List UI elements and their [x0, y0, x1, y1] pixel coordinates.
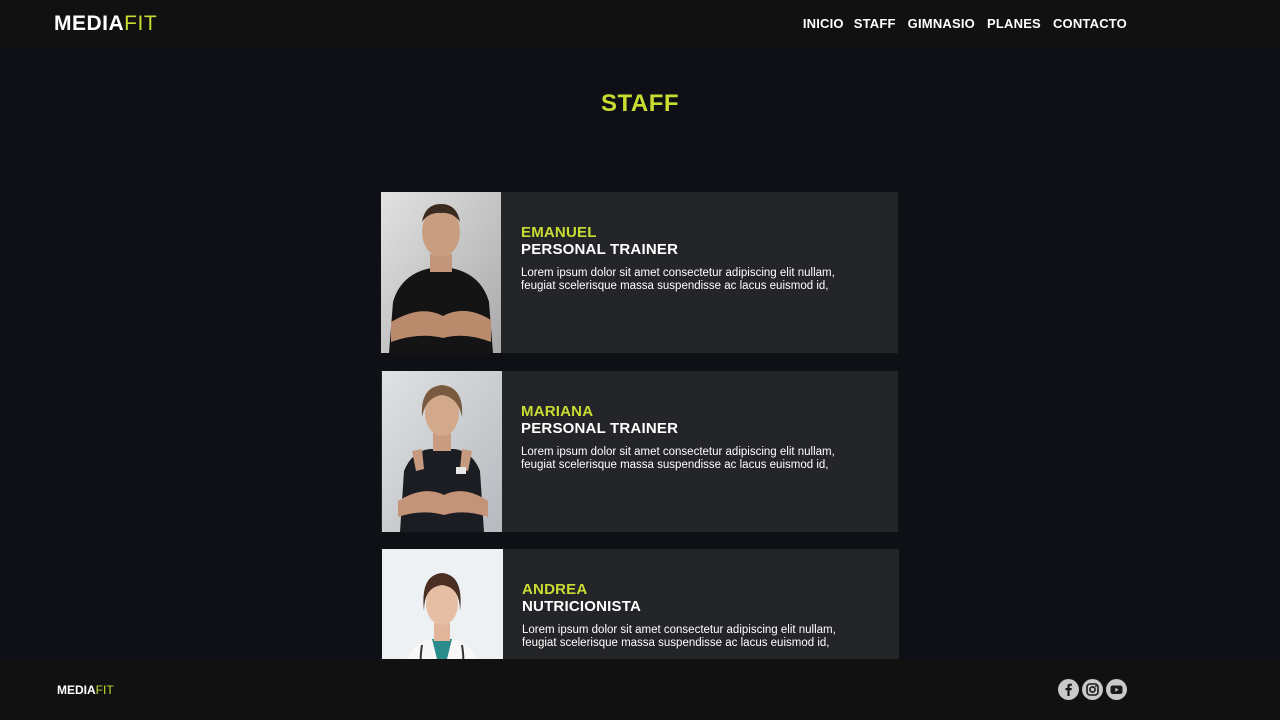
youtube-icon[interactable] [1106, 679, 1127, 700]
social-links [1058, 679, 1127, 700]
footer-logo-media: MEDIA [57, 683, 96, 697]
staff-role: NUTRICIONISTA [522, 598, 641, 615]
staff-role: PERSONAL TRAINER [521, 241, 679, 258]
logo-media: MEDIA [54, 12, 125, 35]
staff-photo [382, 371, 502, 532]
main-nav: INICIO STAFF GIMNASIO PLANES CONTACTO [803, 16, 1127, 32]
facebook-icon[interactable] [1058, 679, 1079, 700]
page-title: STAFF [600, 90, 680, 117]
footer-logo-fit: FIT [95, 683, 114, 697]
staff-description: Lorem ipsum dolor sit amet consectetur a… [521, 267, 835, 292]
staff-role: PERSONAL TRAINER [521, 420, 679, 437]
footer: MEDIAFIT [0, 659, 1280, 720]
staff-name: MARIANA [521, 403, 594, 420]
staff-description: Lorem ipsum dolor sit amet consectetur a… [521, 446, 835, 471]
staff-card: EMANUEL PERSONAL TRAINER Lorem ipsum dol… [381, 192, 898, 353]
nav-inicio[interactable]: INICIO [803, 16, 844, 32]
logo-fit: FIT [124, 12, 158, 35]
instagram-icon[interactable] [1082, 679, 1103, 700]
staff-photo [381, 192, 501, 353]
site-logo[interactable]: MEDIAFIT [54, 12, 157, 36]
staff-info: MARIANA PERSONAL TRAINER Lorem ipsum dol… [521, 403, 871, 472]
footer-logo[interactable]: MEDIAFIT [57, 683, 114, 697]
staff-info: EMANUEL PERSONAL TRAINER Lorem ipsum dol… [521, 224, 871, 293]
staff-info: ANDREA NUTRICIONISTA Lorem ipsum dolor s… [522, 581, 872, 650]
staff-name: ANDREA [522, 581, 588, 598]
staff-card: MARIANA PERSONAL TRAINER Lorem ipsum dol… [381, 371, 898, 532]
nav-planes[interactable]: PLANES [987, 16, 1041, 32]
staff-description: Lorem ipsum dolor sit amet consectetur a… [522, 624, 836, 649]
top-navbar: MEDIAFIT INICIO STAFF GIMNASIO PLANES CO… [0, 0, 1280, 48]
nav-staff[interactable]: STAFF [854, 16, 896, 32]
nav-contacto[interactable]: CONTACTO [1053, 16, 1127, 32]
nav-gimnasio[interactable]: GIMNASIO [908, 16, 975, 32]
staff-name: EMANUEL [521, 224, 597, 241]
